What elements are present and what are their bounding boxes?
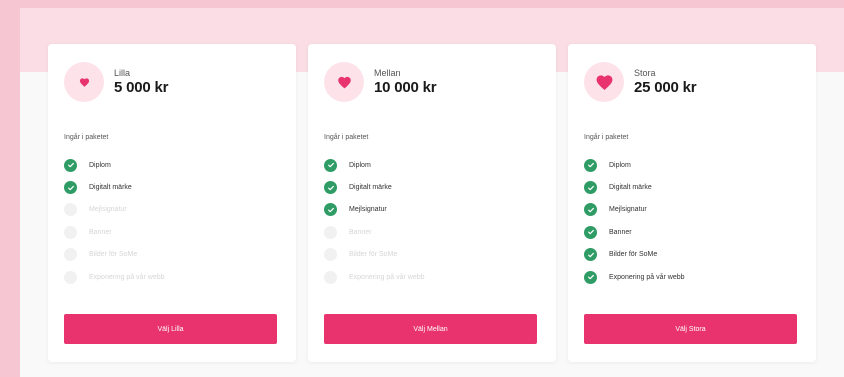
plan-cards: Lilla 5 000 kr Ingår i paketet Diplom Di… [48, 44, 816, 362]
choose-plan-button[interactable]: Välj Mellan [324, 314, 537, 344]
feature-item: Mejlsignatur [584, 199, 685, 221]
check-circle-icon [584, 181, 597, 195]
heart-icon [595, 73, 614, 92]
heart-icon [337, 75, 352, 90]
feature-item: Banner [584, 221, 685, 243]
empty-circle-icon [64, 270, 77, 284]
check-circle-icon [64, 181, 77, 195]
check-circle-icon [324, 203, 337, 217]
feature-label: Diplom [349, 161, 371, 169]
feature-item: Diplom [324, 154, 425, 176]
plan-price: 5 000 kr [114, 79, 169, 96]
plan-price: 10 000 kr [374, 79, 437, 96]
included-heading: Ingår i paketet [64, 134, 109, 141]
feature-item: Exponering på vår webb [64, 266, 165, 288]
feature-item: Digitalt märke [584, 176, 685, 198]
feature-label: Exponering på vår webb [89, 273, 165, 281]
feature-item: Bilder för SoMe [324, 244, 425, 266]
check-circle-icon [324, 158, 337, 172]
pricing-panel: Lilla 5 000 kr Ingår i paketet Diplom Di… [20, 8, 844, 377]
heart-icon-badge [64, 62, 104, 102]
empty-circle-icon [324, 248, 337, 262]
choose-plan-button[interactable]: Välj Stora [584, 314, 797, 344]
feature-label: Banner [609, 228, 632, 236]
plan-card-mellan: Mellan 10 000 kr Ingår i paketet Diplom … [308, 44, 556, 362]
check-circle-icon [584, 158, 597, 172]
choose-plan-button[interactable]: Välj Lilla [64, 314, 277, 344]
empty-circle-icon [64, 225, 77, 239]
feature-label: Exponering på vår webb [609, 273, 685, 281]
feature-label: Digitalt märke [89, 184, 132, 192]
feature-label: Digitalt märke [349, 184, 392, 192]
feature-label: Mejlsignatur [89, 206, 127, 214]
feature-item: Digitalt märke [64, 176, 165, 198]
feature-item: Mejlsignatur [324, 199, 425, 221]
plan-name: Stora [634, 68, 656, 78]
feature-item: Bilder för SoMe [584, 244, 685, 266]
check-circle-icon [584, 270, 597, 284]
heart-icon [79, 77, 90, 88]
feature-label: Diplom [89, 161, 111, 169]
feature-label: Diplom [609, 161, 631, 169]
plan-titles: Lilla 5 000 kr [114, 67, 168, 97]
heart-icon-badge [324, 62, 364, 102]
feature-item: Exponering på vår webb [584, 266, 685, 288]
plan-titles: Stora 25 000 kr [634, 67, 697, 97]
check-circle-icon [324, 181, 337, 195]
feature-item: Diplom [64, 154, 165, 176]
check-circle-icon [584, 225, 597, 239]
feature-label: Banner [89, 228, 112, 236]
plan-card-stora: Stora 25 000 kr Ingår i paketet Diplom D… [568, 44, 816, 362]
feature-label: Mejlsignatur [609, 206, 647, 214]
feature-item: Digitalt märke [324, 176, 425, 198]
feature-label: Bilder för SoMe [89, 251, 138, 259]
plan-card-lilla: Lilla 5 000 kr Ingår i paketet Diplom Di… [48, 44, 296, 362]
plan-titles: Mellan 10 000 kr [374, 67, 437, 97]
plan-header: Mellan 10 000 kr [324, 62, 437, 102]
feature-label: Bilder för SoMe [609, 251, 658, 259]
plan-price: 25 000 kr [634, 79, 697, 96]
feature-list: Diplom Digitalt märke Mejlsignatur Banne… [584, 154, 685, 288]
included-heading: Ingår i paketet [324, 134, 369, 141]
plan-name: Mellan [374, 68, 401, 78]
feature-item: Banner [324, 221, 425, 243]
plan-header: Lilla 5 000 kr [64, 62, 168, 102]
feature-item: Bilder för SoMe [64, 244, 165, 266]
check-circle-icon [584, 203, 597, 217]
feature-item: Diplom [584, 154, 685, 176]
feature-label: Bilder för SoMe [349, 251, 398, 259]
empty-circle-icon [64, 203, 77, 217]
feature-label: Digitalt märke [609, 184, 652, 192]
feature-label: Mejlsignatur [349, 206, 387, 214]
included-heading: Ingår i paketet [584, 134, 629, 141]
feature-label: Banner [349, 228, 372, 236]
feature-item: Mejlsignatur [64, 199, 165, 221]
check-circle-icon [64, 158, 77, 172]
feature-list: Diplom Digitalt märke Mejlsignatur Banne… [324, 154, 425, 288]
check-circle-icon [584, 248, 597, 262]
feature-list: Diplom Digitalt märke Mejlsignatur Banne… [64, 154, 165, 288]
empty-circle-icon [64, 248, 77, 262]
empty-circle-icon [324, 225, 337, 239]
feature-item: Banner [64, 221, 165, 243]
feature-item: Exponering på vår webb [324, 266, 425, 288]
empty-circle-icon [324, 270, 337, 284]
plan-header: Stora 25 000 kr [584, 62, 697, 102]
heart-icon-badge [584, 62, 624, 102]
feature-label: Exponering på vår webb [349, 273, 425, 281]
plan-name: Lilla [114, 68, 131, 78]
